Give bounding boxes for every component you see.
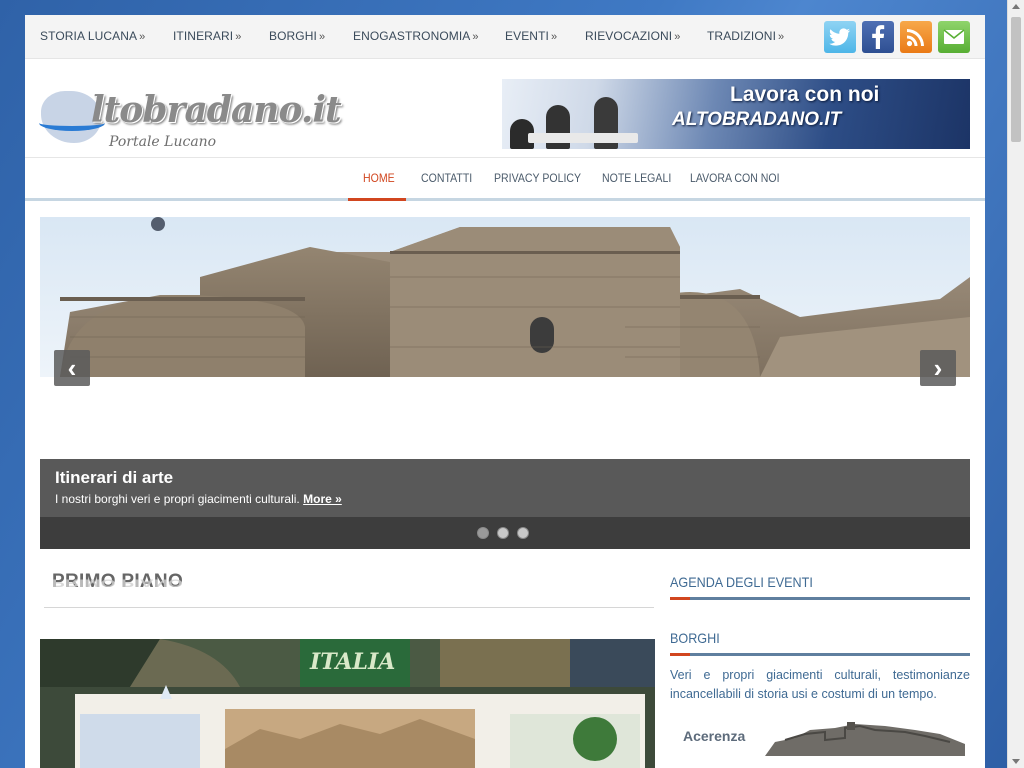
svg-text:ITALIA: ITALIA — [309, 649, 395, 675]
slide-caption-body: I nostri borghi veri e propri giacimenti… — [55, 492, 300, 506]
chevron-right-icon: » — [472, 31, 479, 43]
topnav-item-rievocazioni[interactable]: RIEVOCAZIONI» — [585, 29, 680, 43]
borgo-name: Acerenza — [683, 728, 746, 744]
topnav-item-label: EVENTI — [505, 29, 549, 43]
sidebar: AGENDA DEGLI EVENTI BORGHI Veri e propri… — [670, 568, 970, 768]
banner-subtitle: ALTOBRADANO.IT — [672, 109, 842, 130]
facebook-icon[interactable] — [862, 21, 894, 53]
widget-accent — [670, 653, 690, 656]
topnav-item-itinerari[interactable]: ITINERARI» — [173, 29, 241, 43]
logo-tagline: Portale Lucano — [109, 134, 217, 150]
borghi-description: Veri e propri giacimenti culturali, test… — [670, 668, 970, 701]
primo-piano-reflection: PRIMO PIANO — [52, 576, 184, 589]
widget-header-agenda: AGENDA DEGLI EVENTI — [670, 568, 970, 600]
chevron-right-icon: » — [318, 31, 326, 43]
borgo-acerenza-link[interactable]: Acerenza — [670, 718, 970, 758]
topnav-item-enogastronomia[interactable]: ENOGASTRONOMIA» — [353, 29, 479, 43]
borghi-title[interactable]: BORGHI — [670, 630, 720, 646]
topnav-item-tradizioni[interactable]: TRADIZIONI» — [707, 29, 784, 43]
chevron-right-icon: » — [674, 31, 681, 43]
menu-item-home[interactable]: HOME — [363, 171, 395, 185]
featured-article-image[interactable]: ITALIA — [40, 639, 655, 768]
slide-caption-text: I nostri borghi veri e propri giacimenti… — [55, 492, 955, 506]
topnav-item-storia-lucana[interactable]: STORIA LUCANA» — [40, 29, 145, 43]
top-navigation: STORIA LUCANA» ITINERARI» BORGHI» ENOGAS… — [25, 15, 985, 59]
slider-pagination — [40, 517, 970, 549]
topnav-item-eventi[interactable]: EVENTI» — [505, 29, 557, 43]
scroll-up-icon[interactable] — [1012, 4, 1020, 9]
active-menu-indicator — [348, 198, 406, 201]
scroll-thumb[interactable] — [1011, 17, 1021, 142]
twitter-icon[interactable] — [824, 21, 856, 53]
widget-accent — [670, 597, 690, 600]
topnav-item-label: BORGHI — [269, 29, 317, 43]
topnav-item-label: TRADIZIONI — [707, 29, 776, 43]
chevron-right-icon: » — [778, 31, 785, 43]
slider-dot[interactable] — [477, 527, 489, 539]
lavora-con-noi-banner[interactable]: Lavora con noi ALTOBRADANO.IT — [502, 79, 970, 149]
page-scrollbar[interactable] — [1007, 0, 1024, 768]
topnav-item-label: ITINERARI — [173, 29, 234, 43]
chevron-right-icon: » — [139, 31, 146, 43]
slider-next-button[interactable]: › — [920, 350, 956, 386]
banner-people-image — [508, 87, 638, 149]
slider-prev-button[interactable]: ‹ — [54, 350, 90, 386]
slide-image-cathedral — [40, 217, 970, 377]
agenda-eventi-title[interactable]: AGENDA DEGLI EVENTI — [670, 574, 813, 590]
menu-item-note-legali[interactable]: NOTE LEGALI — [602, 171, 671, 185]
menu-item-privacy-policy[interactable]: PRIVACY POLICY — [494, 171, 581, 185]
page-container: STORIA LUCANA» ITINERARI» BORGHI» ENOGAS… — [25, 15, 985, 768]
banner-title: Lavora con noi — [730, 83, 880, 106]
topnav-item-label: ENOGASTRONOMIA — [353, 29, 471, 43]
main-menu: HOME CONTATTI PRIVACY POLICY NOTE LEGALI… — [25, 157, 985, 201]
site-header: ltobradano.it Portale Lucano Lavora con … — [25, 59, 985, 157]
primo-piano-header: PRIMO PIANO PRIMO PIANO — [44, 568, 654, 608]
logo-brand-text: ltobradano.it — [91, 89, 342, 131]
slide-caption-title: Itinerari di arte — [55, 468, 174, 487]
borgo-town-image — [765, 722, 965, 756]
slide-more-link[interactable]: More » — [303, 492, 342, 506]
site-logo[interactable]: ltobradano.it Portale Lucano — [39, 89, 342, 153]
mail-icon[interactable] — [938, 21, 970, 53]
chevron-right-icon: » — [550, 31, 558, 43]
scroll-down-icon[interactable] — [1012, 759, 1020, 764]
image-slider[interactable]: ‹ › Itinerari di arte I nostri borghi ve… — [40, 217, 970, 549]
menu-item-contatti[interactable]: CONTATTI — [421, 171, 472, 185]
menu-item-lavora-con-noi[interactable]: LAVORA CON NOI — [690, 171, 780, 185]
widget-header-borghi: BORGHI — [670, 624, 970, 656]
slider-dot[interactable] — [517, 527, 529, 539]
topnav-item-label: STORIA LUCANA — [40, 29, 138, 43]
slider-dot[interactable] — [497, 527, 509, 539]
rss-icon[interactable] — [900, 21, 932, 53]
chevron-right-icon: » — [235, 31, 242, 43]
topnav-item-borghi[interactable]: BORGHI» — [269, 29, 325, 43]
topnav-item-label: RIEVOCAZIONI — [585, 29, 673, 43]
slide-caption: Itinerari di arte I nostri borghi veri e… — [40, 459, 970, 517]
